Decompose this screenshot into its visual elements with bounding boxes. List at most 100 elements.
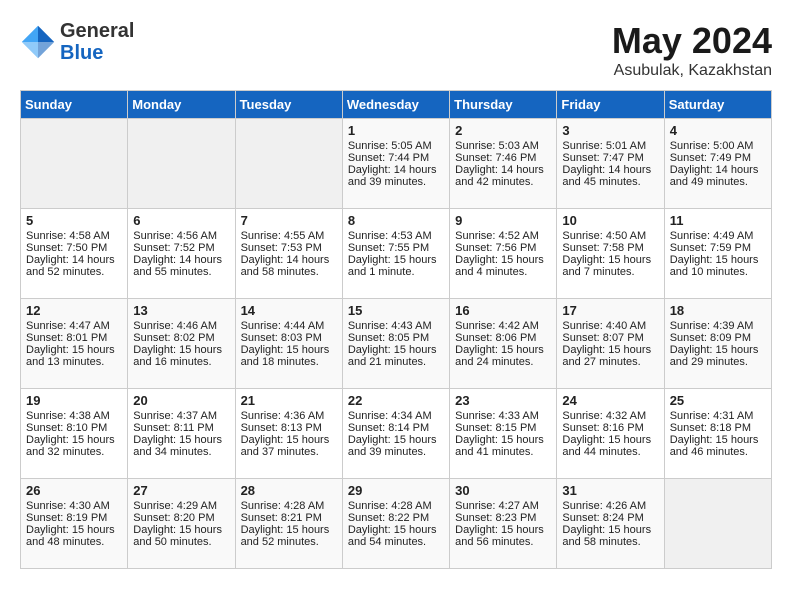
daylight-text: Daylight: 15 hours and 13 minutes. xyxy=(26,344,122,368)
day-number: 15 xyxy=(348,303,444,318)
calendar-cell: 14Sunrise: 4:44 AMSunset: 8:03 PMDayligh… xyxy=(235,299,342,389)
day-number: 7 xyxy=(241,213,337,228)
calendar-day-header: Tuesday xyxy=(235,91,342,119)
day-number: 10 xyxy=(562,213,658,228)
sunrise-text: Sunrise: 4:40 AM xyxy=(562,320,658,332)
sunset-text: Sunset: 8:14 PM xyxy=(348,422,444,434)
calendar-cell: 5 Sunrise: 4:58 AMSunset: 7:50 PMDaylight… xyxy=(21,209,128,299)
calendar-week-row: 19Sunrise: 4:38 AMSunset: 8:10 PMDayligh… xyxy=(21,389,772,479)
sunrise-text: Sunrise: 4:42 AM xyxy=(455,320,551,332)
calendar-cell: 16Sunrise: 4:42 AMSunset: 8:06 PMDayligh… xyxy=(450,299,557,389)
daylight-text: Daylight: 14 hours and 45 minutes. xyxy=(562,164,658,188)
calendar-cell: 28Sunrise: 4:28 AMSunset: 8:21 PMDayligh… xyxy=(235,479,342,569)
daylight-text: Daylight: 15 hours and 1 minute. xyxy=(348,254,444,278)
calendar-cell: 27Sunrise: 4:29 AMSunset: 8:20 PMDayligh… xyxy=(128,479,235,569)
daylight-text: Daylight: 14 hours and 55 minutes. xyxy=(133,254,229,278)
sunrise-text: Sunrise: 4:27 AM xyxy=(455,500,551,512)
daylight-text: Daylight: 15 hours and 52 minutes. xyxy=(241,524,337,548)
sunrise-text: Sunrise: 4:44 AM xyxy=(241,320,337,332)
daylight-text: Daylight: 15 hours and 32 minutes. xyxy=(26,434,122,458)
calendar-cell: 13Sunrise: 4:46 AMSunset: 8:02 PMDayligh… xyxy=(128,299,235,389)
calendar-cell: 1Sunrise: 5:05 AMSunset: 7:44 PMDaylight… xyxy=(342,119,449,209)
sunrise-text: Sunrise: 4:33 AM xyxy=(455,410,551,422)
daylight-text: Daylight: 15 hours and 56 minutes. xyxy=(455,524,551,548)
sunset-text: Sunset: 7:56 PM xyxy=(455,242,551,254)
daylight-text: Daylight: 15 hours and 10 minutes. xyxy=(670,254,766,278)
calendar-cell xyxy=(21,119,128,209)
calendar-cell: 15Sunrise: 4:43 AMSunset: 8:05 PMDayligh… xyxy=(342,299,449,389)
calendar-cell: 19Sunrise: 4:38 AMSunset: 8:10 PMDayligh… xyxy=(21,389,128,479)
sunset-text: Sunset: 8:15 PM xyxy=(455,422,551,434)
logo-text: General Blue xyxy=(60,20,134,64)
day-number: 3 xyxy=(562,123,658,138)
daylight-text: Daylight: 15 hours and 29 minutes. xyxy=(670,344,766,368)
calendar-day-header: Wednesday xyxy=(342,91,449,119)
sunset-text: Sunset: 8:21 PM xyxy=(241,512,337,524)
day-number: 6 xyxy=(133,213,229,228)
calendar-cell: 23Sunrise: 4:33 AMSunset: 8:15 PMDayligh… xyxy=(450,389,557,479)
daylight-text: Daylight: 15 hours and 48 minutes. xyxy=(26,524,122,548)
calendar-cell xyxy=(235,119,342,209)
daylight-text: Daylight: 15 hours and 58 minutes. xyxy=(562,524,658,548)
sunset-text: Sunset: 7:52 PM xyxy=(133,242,229,254)
sunrise-text: Sunrise: 4:53 AM xyxy=(348,230,444,242)
day-number: 24 xyxy=(562,393,658,408)
calendar-week-row: 12Sunrise: 4:47 AMSunset: 8:01 PMDayligh… xyxy=(21,299,772,389)
day-number: 25 xyxy=(670,393,766,408)
daylight-text: Daylight: 15 hours and 44 minutes. xyxy=(562,434,658,458)
day-number: 11 xyxy=(670,213,766,228)
sunrise-text: Sunrise: 4:37 AM xyxy=(133,410,229,422)
sunset-text: Sunset: 8:02 PM xyxy=(133,332,229,344)
sunrise-text: Sunrise: 4:58 AM xyxy=(26,230,122,242)
sunrise-text: Sunrise: 4:39 AM xyxy=(670,320,766,332)
daylight-text: Daylight: 15 hours and 54 minutes. xyxy=(348,524,444,548)
day-number: 1 xyxy=(348,123,444,138)
sunrise-text: Sunrise: 5:00 AM xyxy=(670,140,766,152)
calendar-cell: 18Sunrise: 4:39 AMSunset: 8:09 PMDayligh… xyxy=(664,299,771,389)
calendar-header-row: SundayMondayTuesdayWednesdayThursdayFrid… xyxy=(21,91,772,119)
daylight-text: Daylight: 15 hours and 37 minutes. xyxy=(241,434,337,458)
daylight-text: Daylight: 15 hours and 18 minutes. xyxy=(241,344,337,368)
calendar-week-row: 1Sunrise: 5:05 AMSunset: 7:44 PMDaylight… xyxy=(21,119,772,209)
sunrise-text: Sunrise: 4:52 AM xyxy=(455,230,551,242)
calendar-cell: 6Sunrise: 4:56 AMSunset: 7:52 PMDaylight… xyxy=(128,209,235,299)
day-number: 19 xyxy=(26,393,122,408)
sunrise-text: Sunrise: 4:28 AM xyxy=(348,500,444,512)
sunset-text: Sunset: 8:10 PM xyxy=(26,422,122,434)
sunset-text: Sunset: 8:23 PM xyxy=(455,512,551,524)
day-number: 5 xyxy=(26,213,122,228)
day-number: 8 xyxy=(348,213,444,228)
day-number: 28 xyxy=(241,483,337,498)
calendar-table: SundayMondayTuesdayWednesdayThursdayFrid… xyxy=(20,90,772,569)
sunrise-text: Sunrise: 4:32 AM xyxy=(562,410,658,422)
sunset-text: Sunset: 7:55 PM xyxy=(348,242,444,254)
sunset-text: Sunset: 8:13 PM xyxy=(241,422,337,434)
daylight-text: Daylight: 15 hours and 34 minutes. xyxy=(133,434,229,458)
calendar-cell: 21Sunrise: 4:36 AMSunset: 8:13 PMDayligh… xyxy=(235,389,342,479)
day-number: 9 xyxy=(455,213,551,228)
daylight-text: Daylight: 15 hours and 46 minutes. xyxy=(670,434,766,458)
sunset-text: Sunset: 7:50 PM xyxy=(26,242,122,254)
daylight-text: Daylight: 14 hours and 52 minutes. xyxy=(26,254,122,278)
calendar-cell: 22Sunrise: 4:34 AMSunset: 8:14 PMDayligh… xyxy=(342,389,449,479)
calendar-cell: 20Sunrise: 4:37 AMSunset: 8:11 PMDayligh… xyxy=(128,389,235,479)
day-number: 22 xyxy=(348,393,444,408)
calendar-cell: 24Sunrise: 4:32 AMSunset: 8:16 PMDayligh… xyxy=(557,389,664,479)
sunset-text: Sunset: 7:58 PM xyxy=(562,242,658,254)
page-subtitle: Asubulak, Kazakhstan xyxy=(612,62,772,80)
sunrise-text: Sunrise: 4:55 AM xyxy=(241,230,337,242)
sunset-text: Sunset: 8:11 PM xyxy=(133,422,229,434)
calendar-cell: 26Sunrise: 4:30 AMSunset: 8:19 PMDayligh… xyxy=(21,479,128,569)
sunrise-text: Sunrise: 4:46 AM xyxy=(133,320,229,332)
sunset-text: Sunset: 8:24 PM xyxy=(562,512,658,524)
calendar-cell xyxy=(128,119,235,209)
calendar-cell: 7Sunrise: 4:55 AMSunset: 7:53 PMDaylight… xyxy=(235,209,342,299)
sunrise-text: Sunrise: 4:47 AM xyxy=(26,320,122,332)
calendar-day-header: Saturday xyxy=(664,91,771,119)
calendar-cell: 11Sunrise: 4:49 AMSunset: 7:59 PMDayligh… xyxy=(664,209,771,299)
calendar-cell: 31Sunrise: 4:26 AMSunset: 8:24 PMDayligh… xyxy=(557,479,664,569)
day-number: 27 xyxy=(133,483,229,498)
day-number: 31 xyxy=(562,483,658,498)
day-number: 2 xyxy=(455,123,551,138)
sunrise-text: Sunrise: 4:49 AM xyxy=(670,230,766,242)
